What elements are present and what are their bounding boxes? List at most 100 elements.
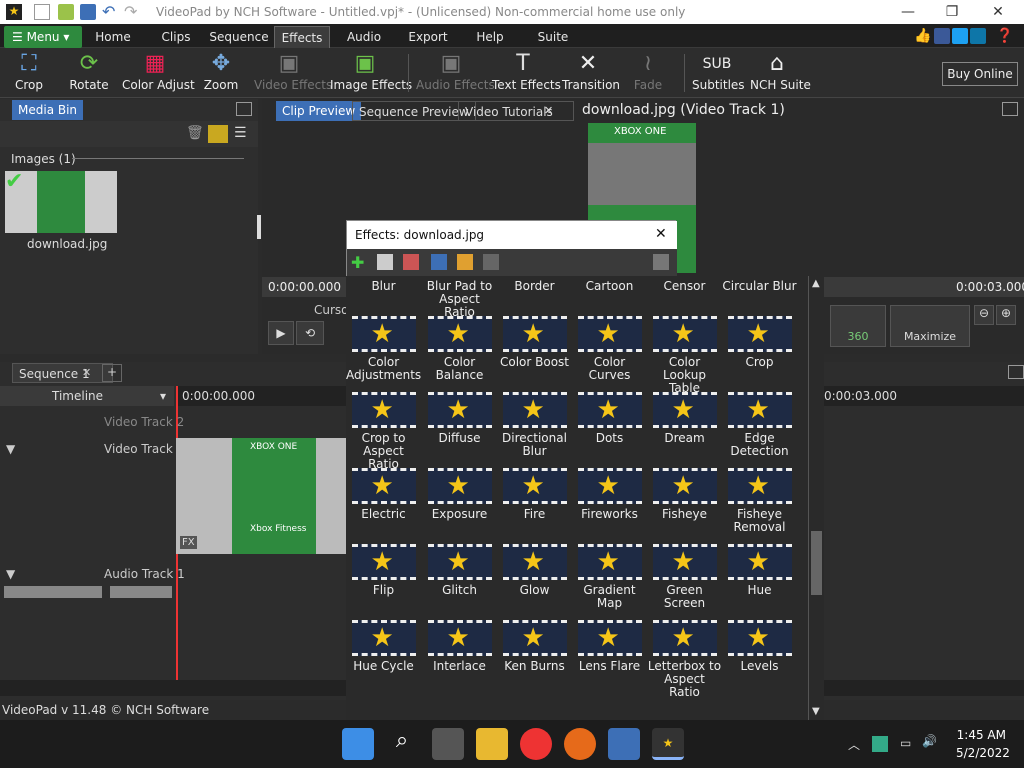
chrome-icon[interactable] [520, 728, 552, 760]
redo-icon[interactable]: ↷ [124, 4, 140, 20]
minimize-button[interactable]: — [886, 1, 930, 23]
tray-chevron-icon[interactable]: ︿ [848, 736, 860, 753]
effect-item[interactable]: ★ Exposure [422, 468, 497, 521]
crop-button[interactable]: ⛶ Crop [6, 50, 52, 96]
buy-online-button[interactable]: Buy Online [942, 62, 1018, 86]
pan-slider[interactable] [110, 586, 172, 598]
edit-icon[interactable] [457, 254, 473, 270]
new-file-icon[interactable] [34, 4, 50, 20]
scroll-thumb[interactable] [811, 531, 822, 595]
effects-scrollbar[interactable]: ▲ ▼ [808, 276, 824, 720]
effect-item[interactable]: ★ Color Curves [572, 316, 647, 382]
play-button[interactable]: ▶ [268, 321, 294, 345]
zoom-in-icon[interactable]: ⊕ [996, 305, 1016, 325]
add-sequence-button[interactable]: + [102, 364, 122, 382]
undock-icon[interactable] [1008, 365, 1024, 379]
effect-item[interactable]: ★ Interlace [422, 620, 497, 673]
close-tab-icon[interactable]: ✕ [82, 366, 91, 379]
tab-export[interactable]: Export [400, 26, 456, 48]
loop-button[interactable]: ⟲ [296, 321, 324, 345]
thumbs-up-icon[interactable]: 👍 [914, 28, 931, 44]
effect-item[interactable]: ★ Flip [346, 544, 421, 597]
add-keyframe-icon[interactable] [377, 254, 393, 270]
scroll-down-icon[interactable]: ▼ [812, 706, 820, 717]
clock-time[interactable]: 1:45 AM [956, 728, 1006, 742]
network-icon[interactable]: ▭ [900, 736, 911, 750]
effect-item[interactable]: ★ Letterbox to Aspect Ratio [647, 620, 722, 699]
video-effects-button[interactable]: ▣ Video Effects [254, 50, 332, 96]
effect-item[interactable]: ★ Fisheye Removal [722, 468, 797, 534]
nch-suite-button[interactable]: ⌂ NCH Suite [750, 50, 811, 96]
360-button[interactable]: 360 [830, 305, 886, 347]
videopad-icon[interactable]: ★ [652, 728, 684, 760]
tab-media-bin[interactable]: Media Bin [12, 100, 84, 120]
start-icon[interactable] [342, 728, 374, 760]
effect-item[interactable]: ★ Hue Cycle [346, 620, 421, 673]
fx-button[interactable]: FX [180, 536, 197, 549]
search-icon[interactable]: ⌕ [386, 728, 418, 760]
zoom-out-icon[interactable]: ⊖ [974, 305, 994, 325]
effect-item[interactable]: ★ Ken Burns [497, 620, 572, 673]
effect-item[interactable]: ★ Edge Detection [722, 392, 797, 458]
facebook-icon[interactable] [934, 28, 950, 44]
effect-item[interactable]: ★ Glow [497, 544, 572, 597]
timeline-dropdown[interactable]: Timeline ▾ [0, 386, 174, 406]
effect-item[interactable]: Blur [346, 280, 421, 293]
tab-help[interactable]: Help [466, 26, 514, 48]
effect-item[interactable]: ★ Dream [647, 392, 722, 445]
tab-suite[interactable]: Suite [528, 26, 578, 48]
tab-effects[interactable]: Effects [274, 26, 330, 48]
scroll-up-icon[interactable]: ▲ [812, 278, 820, 289]
transition-button[interactable]: ✕ Transition [562, 50, 620, 96]
close-dialog-icon[interactable]: ✕ [655, 226, 667, 242]
task-view-icon[interactable] [432, 728, 464, 760]
file-explorer-icon[interactable] [476, 728, 508, 760]
tab-audio[interactable]: Audio [338, 26, 390, 48]
open-project-icon[interactable] [58, 4, 74, 20]
effect-item[interactable]: ★ Fire [497, 468, 572, 521]
effect-item[interactable]: ★ Electric [346, 468, 421, 521]
tab-clips[interactable]: Clips [152, 26, 200, 48]
tab-video-tutorials[interactable]: Video Tutorials [458, 101, 574, 121]
effect-item[interactable]: ★ Color Balance [422, 316, 497, 382]
delete-icon[interactable]: 🗑 [186, 125, 204, 143]
undock-icon[interactable] [1002, 102, 1018, 116]
text-effects-button[interactable]: T Text Effects [492, 50, 561, 96]
save-preset-icon[interactable] [431, 254, 447, 270]
preset-icon[interactable] [483, 254, 499, 270]
effect-item[interactable]: ★ Lens Flare [572, 620, 647, 673]
linkedin-icon[interactable] [970, 28, 986, 44]
effect-item[interactable]: ★ Crop [722, 316, 797, 369]
effect-item[interactable]: ★ Crop to Aspect Ratio [346, 392, 421, 471]
tab-sequence[interactable]: Sequence [208, 26, 270, 48]
rotate-button[interactable]: ⟳ Rotate [64, 50, 114, 96]
effect-item[interactable]: ★ Color Adjustments [346, 316, 421, 382]
collapse-track-icon[interactable]: ▼ [6, 442, 15, 456]
add-effect-icon[interactable]: ✚ [351, 253, 364, 272]
close-button[interactable]: ✕ [976, 1, 1020, 23]
undock-icon[interactable] [236, 102, 252, 116]
effect-item[interactable]: Circular Blur [722, 280, 797, 293]
security-icon[interactable] [872, 736, 888, 752]
remote-desktop-icon[interactable] [608, 728, 640, 760]
splitter-handle[interactable] [257, 215, 261, 239]
effect-item[interactable]: ★ Diffuse [422, 392, 497, 445]
tab-sequence-1[interactable]: Sequence 1 [12, 363, 113, 383]
color-adjust-button[interactable]: ▦ Color Adjust [122, 50, 195, 96]
image-effects-button[interactable]: ▣ Image Effects [330, 50, 412, 96]
effect-item[interactable]: ★ Dots [572, 392, 647, 445]
effect-item[interactable]: ★ Directional Blur [497, 392, 572, 458]
volume-icon[interactable]: 🔊 [922, 734, 937, 748]
tab-clip-preview[interactable]: Clip Preview [276, 101, 362, 121]
undo-icon[interactable]: ↶ [102, 4, 118, 20]
twitter-icon[interactable] [952, 28, 968, 44]
maximize-preview-button[interactable]: Maximize [890, 305, 970, 347]
effect-item[interactable]: Border [497, 280, 572, 293]
effect-item[interactable]: ★ Glitch [422, 544, 497, 597]
effect-item[interactable]: ★ Hue [722, 544, 797, 597]
remove-effect-icon[interactable] [403, 254, 419, 270]
list-view-icon[interactable]: ☰ [234, 125, 252, 143]
effect-item[interactable]: Cartoon [572, 280, 647, 293]
effect-item[interactable]: ★ Color Lookup Table [647, 316, 722, 395]
fade-button[interactable]: ≀ Fade [626, 50, 670, 96]
